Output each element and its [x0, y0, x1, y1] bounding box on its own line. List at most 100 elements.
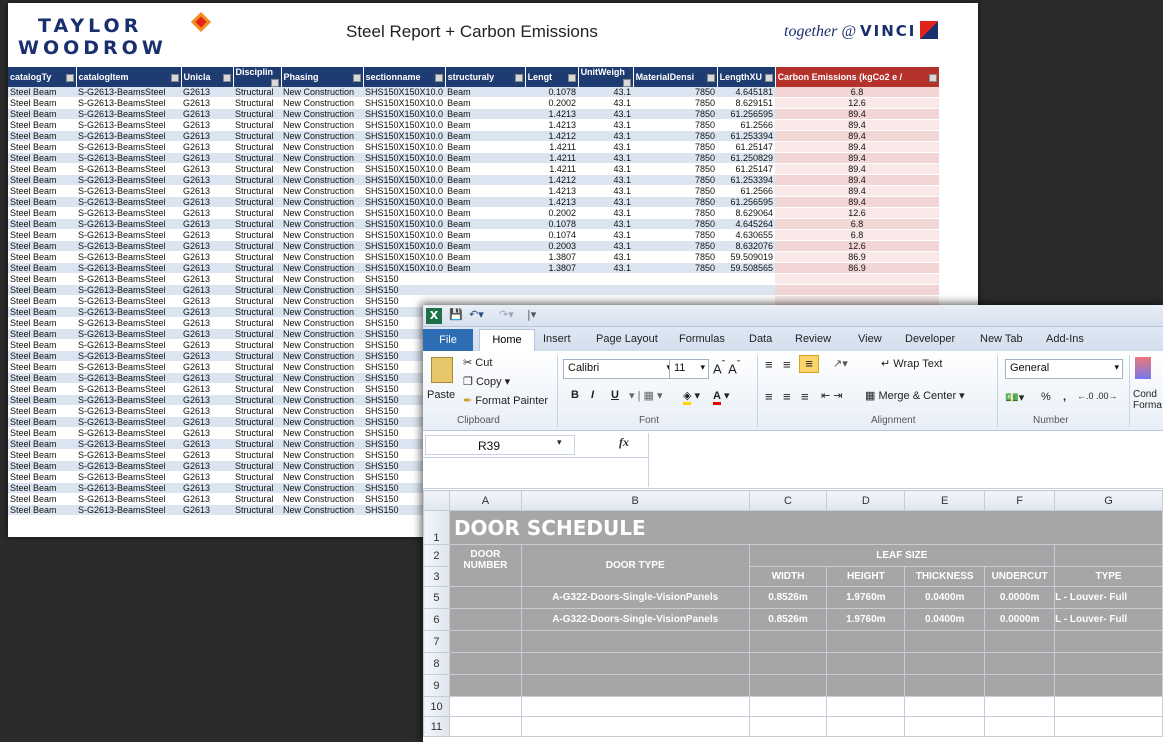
steel-cell[interactable]: 43.1	[578, 240, 634, 253]
steel-cell[interactable]: S-G2613-BeamsSteel	[76, 273, 181, 286]
steel-cell[interactable]: S-G2613-BeamsSteel	[76, 504, 181, 517]
merge-center-button[interactable]: ▦ Merge & Center ▾	[865, 389, 965, 402]
steel-cell[interactable]: 8.629151	[717, 97, 776, 110]
steel-cell[interactable]: Steel Beam	[8, 218, 76, 231]
steel-cell[interactable]: S-G2613-BeamsSteel	[76, 87, 181, 99]
steel-cell[interactable]: New Construction	[281, 383, 363, 396]
empty-cell[interactable]	[448, 674, 522, 697]
steel-cell[interactable]: Steel Beam	[8, 317, 76, 330]
steel-cell[interactable]: G2613	[181, 152, 233, 165]
steel-cell[interactable]: S-G2613-BeamsSteel	[76, 350, 181, 363]
tab-view[interactable]: View	[858, 333, 882, 345]
steel-cell[interactable]: SHS150X150X10.0	[363, 196, 446, 209]
steel-cell[interactable]: G2613	[181, 339, 233, 352]
conditional-formatting-icon[interactable]	[1135, 357, 1151, 379]
steel-cell[interactable]: G2613	[181, 394, 233, 407]
steel-cell[interactable]: New Construction	[281, 163, 363, 176]
steel-cell[interactable]: 7850	[633, 240, 718, 253]
align-center-icon[interactable]: ≡	[783, 389, 791, 404]
steel-cell[interactable]: S-G2613-BeamsSteel	[76, 372, 181, 385]
steel-column-header[interactable]: Phasing	[281, 67, 364, 87]
steel-cell[interactable]: New Construction	[281, 174, 363, 187]
tab-file[interactable]: File	[423, 329, 473, 351]
steel-cell[interactable]: G2613	[181, 416, 233, 429]
steel-cell[interactable]: 43.1	[578, 207, 634, 220]
steel-cell[interactable]: SHS150X150X10.0	[363, 218, 446, 231]
steel-cell[interactable]: 43.1	[578, 196, 634, 209]
steel-cell[interactable]: Beam	[445, 185, 526, 198]
empty-cell[interactable]	[1054, 716, 1163, 737]
steel-cell[interactable]: 43.1	[578, 97, 634, 110]
door-type-header[interactable]: DOOR TYPE	[520, 544, 750, 587]
steel-cell[interactable]: New Construction	[281, 416, 363, 429]
steel-cell[interactable]: Steel Beam	[8, 339, 76, 352]
steel-cell[interactable]: S-G2613-BeamsSteel	[76, 328, 181, 341]
steel-cell[interactable]: 4.645181	[717, 87, 776, 99]
steel-cell[interactable]: 61.2566	[717, 185, 776, 198]
steel-cell[interactable]: Steel Beam	[8, 295, 76, 308]
steel-cell[interactable]: S-G2613-BeamsSteel	[76, 339, 181, 352]
steel-cell[interactable]: Structural	[233, 251, 281, 264]
steel-cell[interactable]: 12.6	[775, 97, 940, 110]
steel-cell[interactable]: S-G2613-BeamsSteel	[76, 185, 181, 198]
steel-cell[interactable]: Beam	[445, 97, 526, 110]
font-size-select[interactable]: 11 ▾	[669, 359, 709, 379]
comma-button[interactable]: ,	[1063, 391, 1066, 403]
steel-cell[interactable]: S-G2613-BeamsSteel	[76, 130, 181, 143]
steel-cell[interactable]: Steel Beam	[8, 306, 76, 319]
steel-cell[interactable]: Structural	[233, 207, 281, 220]
empty-cell[interactable]	[984, 674, 1056, 697]
undercut-cell[interactable]: 0.0000m	[984, 608, 1056, 631]
steel-cell[interactable]: 61.253394	[717, 130, 776, 143]
steel-cell[interactable]	[633, 284, 718, 297]
steel-cell[interactable]: 89.4	[775, 130, 940, 143]
currency-button[interactable]: 💵▾	[1005, 391, 1024, 404]
steel-cell[interactable]: 0.1078	[525, 87, 579, 99]
steel-cell[interactable]: S-G2613-BeamsSteel	[76, 383, 181, 396]
steel-cell[interactable]	[633, 273, 718, 286]
empty-cell[interactable]	[748, 696, 828, 717]
steel-cell[interactable]: Beam	[445, 141, 526, 154]
steel-cell[interactable]: S-G2613-BeamsSteel	[76, 361, 181, 374]
steel-cell[interactable]: Structural	[233, 427, 281, 440]
select-all-corner[interactable]	[423, 490, 450, 511]
steel-cell[interactable]	[717, 273, 776, 286]
steel-cell[interactable]: 59.508565	[717, 262, 776, 275]
steel-cell[interactable]: Structural	[233, 482, 281, 495]
steel-cell[interactable]: Steel Beam	[8, 350, 76, 363]
empty-cell[interactable]	[520, 652, 750, 675]
align-middle-icon[interactable]: ≡	[783, 357, 791, 372]
steel-column-header[interactable]: sectionname	[363, 67, 446, 87]
steel-cell[interactable]: New Construction	[281, 438, 363, 451]
steel-cell[interactable]: 89.4	[775, 185, 940, 198]
steel-cell[interactable]: G2613	[181, 273, 233, 286]
empty-cell[interactable]	[448, 630, 522, 653]
format-painter-button[interactable]: ✒ Format Painter	[463, 394, 548, 407]
tab-review[interactable]: Review	[795, 333, 831, 345]
thickness-cell[interactable]: 0.0400m	[904, 608, 986, 631]
formula-input[interactable]	[648, 433, 1161, 487]
font-name-select[interactable]: Calibri▾	[563, 359, 675, 379]
steel-cell[interactable]: SHS150X150X10.0	[363, 141, 446, 154]
wrap-text-button[interactable]: ↵ Wrap Text	[881, 357, 942, 370]
tab-add-ins[interactable]: Add-Ins	[1046, 333, 1084, 345]
steel-cell[interactable]: 86.9	[775, 262, 940, 275]
row-header[interactable]: 1	[423, 510, 450, 545]
steel-cell[interactable]: New Construction	[281, 394, 363, 407]
filter-dropdown-icon[interactable]	[270, 79, 279, 87]
steel-cell[interactable]: S-G2613-BeamsSteel	[76, 405, 181, 418]
steel-cell[interactable]: New Construction	[281, 284, 363, 297]
empty-cell[interactable]	[904, 696, 986, 717]
steel-cell[interactable]: S-G2613-BeamsSteel	[76, 196, 181, 209]
steel-cell[interactable]: New Construction	[281, 87, 363, 99]
column-header[interactable]: E	[904, 490, 986, 511]
steel-cell[interactable]: Steel Beam	[8, 196, 76, 209]
steel-cell[interactable]: Structural	[233, 97, 281, 110]
steel-cell[interactable]: Beam	[445, 87, 526, 99]
row-header[interactable]: 2	[423, 544, 450, 567]
empty-cell[interactable]	[984, 696, 1056, 717]
filter-dropdown-icon[interactable]	[928, 74, 937, 82]
steel-cell[interactable]: New Construction	[281, 218, 363, 231]
steel-cell[interactable]: Steel Beam	[8, 262, 76, 275]
steel-cell[interactable]	[578, 273, 634, 286]
